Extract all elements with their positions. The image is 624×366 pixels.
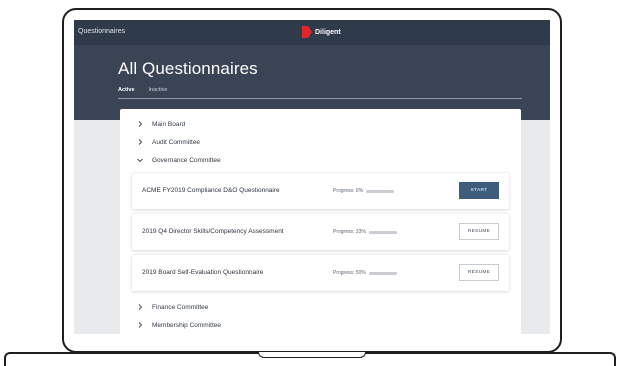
laptop-screen: Questionnaires Diligent All Questionnair… <box>74 20 550 334</box>
progress-indicator: Progress: 50% <box>333 270 397 276</box>
start-button[interactable]: START <box>459 182 499 199</box>
resume-button[interactable]: RESUME <box>459 223 499 240</box>
group-label: Membership Committee <box>152 321 221 329</box>
group-label: Audit Committee <box>152 138 201 146</box>
group-label: Governance Committee <box>152 156 221 164</box>
questionnaire-panel: Main Board Audit Committee Governance Co… <box>120 109 521 334</box>
chevron-down-icon <box>134 157 146 163</box>
progress-label: Progress: 50% <box>333 270 366 276</box>
progress-indicator: Progress: 0% <box>333 188 395 194</box>
top-bar: Questionnaires Diligent <box>74 20 550 45</box>
chevron-right-icon <box>134 139 146 145</box>
tab-divider <box>118 98 522 99</box>
progress-bar <box>368 230 397 234</box>
group-main-board[interactable]: Main Board <box>134 117 185 131</box>
chevron-right-icon <box>134 121 146 127</box>
progress-bar <box>366 189 395 193</box>
questionnaire-title: ACME FY2019 Compliance D&O Questionnaire <box>142 187 280 194</box>
questionnaire-card[interactable]: 2019 Q4 Director Skills/Competency Asses… <box>132 214 509 250</box>
chevron-right-icon <box>134 322 146 328</box>
progress-bar <box>368 271 397 275</box>
group-governance-committee[interactable]: Governance Committee <box>134 153 221 167</box>
progress-indicator: Progress: 33% <box>333 229 397 235</box>
page-title: All Questionnaires <box>118 59 258 78</box>
group-finance-committee[interactable]: Finance Committee <box>134 300 208 314</box>
group-audit-committee[interactable]: Audit Committee <box>134 135 200 149</box>
group-membership-committee[interactable]: Membership Committee <box>134 318 221 332</box>
resume-button[interactable]: RESUME <box>459 264 499 281</box>
progress-label: Progress: 0% <box>333 188 364 194</box>
questionnaire-title: 2019 Board Self-Evaluation Questionnaire <box>142 269 264 276</box>
questionnaire-card[interactable]: 2019 Board Self-Evaluation Questionnaire… <box>132 255 509 291</box>
diligent-logo-icon <box>302 26 312 38</box>
app-title: Questionnaires <box>78 28 126 35</box>
laptop-notch <box>258 352 366 358</box>
progress-label: Progress: 33% <box>333 229 366 235</box>
brand-logo[interactable]: Diligent <box>302 26 341 38</box>
questionnaire-title: 2019 Q4 Director Skills/Competency Asses… <box>142 228 284 235</box>
group-label: Main Board <box>152 120 186 128</box>
questionnaire-card[interactable]: ACME FY2019 Compliance D&O Questionnaire… <box>132 173 509 209</box>
chevron-right-icon <box>134 304 146 310</box>
brand-name: Diligent <box>315 28 341 36</box>
group-label: Finance Committee <box>152 303 209 311</box>
